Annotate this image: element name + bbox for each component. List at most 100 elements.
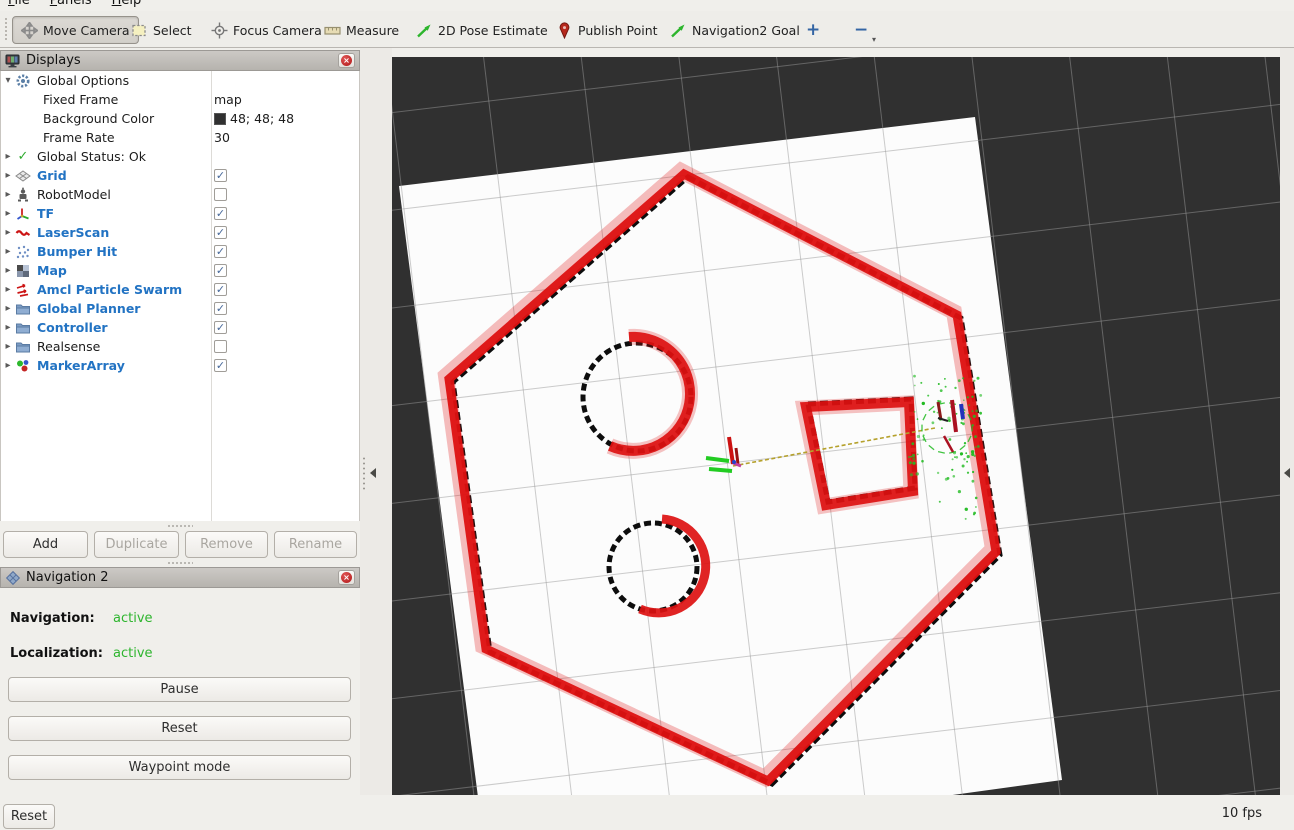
row-bumper-hit[interactable]: ▸ Bumper Hit ✓: [1, 242, 359, 261]
view-reset-button[interactable]: Reset: [3, 804, 55, 829]
folder-icon: [15, 301, 31, 317]
row-background-color[interactable]: Background Color 48; 48; 48: [1, 109, 359, 128]
frame-rate-value[interactable]: 30: [214, 128, 230, 147]
visibility-checkbox[interactable]: ✓: [214, 264, 227, 277]
visibility-checkbox[interactable]: ✓: [214, 359, 227, 372]
menu-panels[interactable]: Panels: [48, 0, 94, 8]
check-icon: ✓: [15, 149, 31, 165]
background-color-value[interactable]: 48; 48; 48: [214, 109, 294, 128]
visibility-checkbox[interactable]: [214, 188, 227, 201]
expand-arrow-icon[interactable]: ▸: [1, 246, 15, 257]
fixed-frame-value[interactable]: map: [214, 90, 242, 109]
visibility-checkbox[interactable]: ✓: [214, 226, 227, 239]
tool-2d-pose-estimate[interactable]: 2D Pose Estimate: [416, 16, 548, 44]
goal-arrow-icon: [670, 22, 687, 39]
expand-arrow-icon[interactable]: ▸: [1, 265, 15, 276]
row-frame-rate[interactable]: Frame Rate 30: [1, 128, 359, 147]
add-tool-button[interactable]: +: [806, 16, 820, 44]
row-map[interactable]: ▸ Map ✓: [1, 261, 359, 280]
expand-arrow-icon[interactable]: ▸: [1, 303, 15, 314]
right-splitter[interactable]: [1280, 48, 1294, 795]
collapse-arrow-icon[interactable]: ▾: [1, 75, 15, 86]
row-markerarray[interactable]: ▸ MarkerArray ✓: [1, 356, 359, 375]
row-robotmodel[interactable]: ▸ RobotModel: [1, 185, 359, 204]
row-tf[interactable]: ▸ TF ✓: [1, 204, 359, 223]
publish-point-pin-icon: [556, 22, 573, 39]
duplicate-display-button[interactable]: Duplicate: [94, 531, 179, 558]
displays-close-button[interactable]: ×: [338, 53, 355, 68]
visibility-checkbox[interactable]: ✓: [214, 283, 227, 296]
tool-publish-point[interactable]: Publish Point: [556, 16, 658, 44]
visibility-checkbox[interactable]: ✓: [214, 302, 227, 315]
expand-arrow-icon[interactable]: ▸: [1, 208, 15, 219]
navigation2-close-button[interactable]: ×: [338, 570, 355, 585]
row-realsense[interactable]: ▸ Realsense: [1, 337, 359, 356]
points-icon: [15, 244, 31, 260]
displays-panel-title: Displays: [26, 53, 81, 68]
fps-counter: 10 fps: [1222, 806, 1262, 821]
visibility-checkbox[interactable]: ✓: [214, 207, 227, 220]
visibility-checkbox[interactable]: ✓: [214, 245, 227, 258]
focus-camera-icon: [211, 22, 228, 39]
pause-button[interactable]: Pause: [8, 677, 351, 702]
3d-viewport[interactable]: [392, 57, 1280, 795]
row-global-planner[interactable]: ▸ Global Planner ✓: [1, 299, 359, 318]
tool-select[interactable]: Select: [131, 16, 192, 44]
row-grid[interactable]: ▸ Grid ✓: [1, 166, 359, 185]
expand-arrow-icon[interactable]: ▸: [1, 341, 15, 352]
expand-arrow-icon[interactable]: ▸: [1, 360, 15, 371]
expand-arrow-icon[interactable]: ▸: [1, 189, 15, 200]
markers-icon: [15, 358, 31, 374]
menu-bar: File Panels Help: [0, 0, 1294, 11]
localization-status-value: active: [113, 646, 153, 661]
grid-icon: [15, 168, 31, 184]
select-icon: [131, 22, 148, 39]
row-global-options[interactable]: ▾ Global Options: [1, 71, 359, 90]
expand-arrow-icon[interactable]: ▸: [1, 227, 15, 238]
pose-arrow-icon: [416, 22, 433, 39]
tool-navigation2-goal[interactable]: Navigation2 Goal: [670, 16, 800, 44]
expand-arrow-icon[interactable]: ▸: [1, 284, 15, 295]
row-laserscan[interactable]: ▸ LaserScan ✓: [1, 223, 359, 242]
gear-icon: [15, 73, 31, 89]
close-icon: ×: [341, 55, 352, 66]
expand-arrow-icon[interactable]: ▸: [1, 170, 15, 181]
visibility-checkbox[interactable]: ✓: [214, 321, 227, 334]
toolbar-overflow-chevron-icon[interactable]: ▾: [872, 35, 876, 44]
navigation-status-value: active: [113, 611, 153, 626]
collapse-left-icon[interactable]: [370, 468, 376, 478]
menu-file[interactable]: File: [6, 0, 32, 8]
displays-panel-header[interactable]: Displays ×: [0, 50, 360, 71]
expand-arrow-icon[interactable]: ▸: [1, 151, 15, 162]
row-fixed-frame[interactable]: Fixed Frame map: [1, 90, 359, 109]
visibility-checkbox[interactable]: [214, 340, 227, 353]
rename-display-button[interactable]: Rename: [274, 531, 357, 558]
tool-move-camera[interactable]: Move Camera: [12, 16, 139, 44]
panel-splitter[interactable]: [360, 48, 392, 795]
nav-reset-button[interactable]: Reset: [8, 716, 351, 741]
waypoint-mode-button[interactable]: Waypoint mode: [8, 755, 351, 780]
expand-arrow-icon[interactable]: ▸: [1, 322, 15, 333]
remove-display-button[interactable]: Remove: [185, 531, 268, 558]
navigation2-panel-header[interactable]: Navigation 2 ×: [0, 567, 360, 588]
collapse-right-icon[interactable]: [1284, 468, 1290, 478]
splitter-handle[interactable]: [167, 561, 193, 565]
laserscan-icon: [15, 225, 31, 241]
splitter-dots: [362, 456, 366, 492]
menu-help[interactable]: Help: [110, 0, 144, 8]
localization-status-label: Localization:: [10, 646, 103, 661]
measure-icon: [324, 22, 341, 39]
toolbar-drag-handle[interactable]: [4, 17, 9, 42]
tf-axes-icon: [15, 206, 31, 222]
close-icon: ×: [341, 572, 352, 583]
row-controller[interactable]: ▸ Controller ✓: [1, 318, 359, 337]
row-amcl-particle-swarm[interactable]: ▸ Amcl Particle Swarm ✓: [1, 280, 359, 299]
tool-focus-camera[interactable]: Focus Camera: [211, 16, 322, 44]
remove-tool-button[interactable]: −: [854, 16, 868, 44]
add-display-button[interactable]: Add: [3, 531, 88, 558]
visibility-checkbox[interactable]: ✓: [214, 169, 227, 182]
navigation2-panel-title: Navigation 2: [26, 570, 109, 585]
splitter-handle[interactable]: [167, 524, 193, 528]
row-global-status[interactable]: ▸ ✓ Global Status: Ok: [1, 147, 359, 166]
tool-measure[interactable]: Measure: [324, 16, 399, 44]
